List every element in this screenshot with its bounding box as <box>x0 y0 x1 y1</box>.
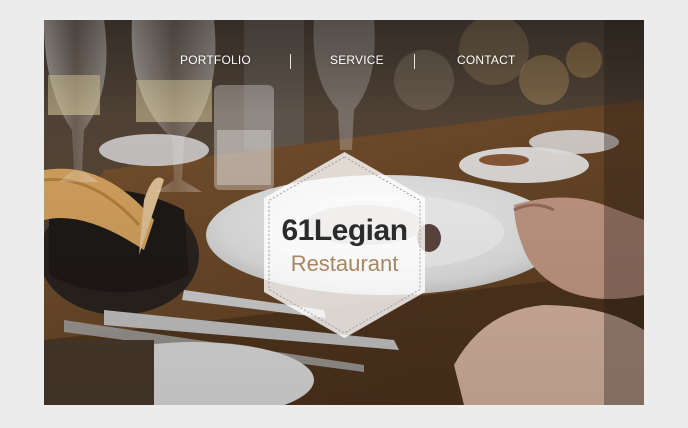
page: PORTFOLIO SERVICE CONTACT 61Legian Resta… <box>0 0 688 428</box>
nav-link-contact[interactable]: CONTACT <box>457 53 516 67</box>
restaurant-logo-badge[interactable]: 61Legian Restaurant <box>262 150 427 340</box>
nav-link-portfolio[interactable]: PORTFOLIO <box>180 53 251 67</box>
top-navigation: PORTFOLIO SERVICE CONTACT <box>44 20 644 102</box>
logo-subtitle: Restaurant <box>290 251 399 276</box>
nav-link-service[interactable]: SERVICE <box>330 53 384 67</box>
logo-title: 61Legian <box>281 214 408 247</box>
nav-divider <box>414 54 415 69</box>
hero-banner: PORTFOLIO SERVICE CONTACT 61Legian Resta… <box>44 20 644 405</box>
nav-divider <box>290 54 291 69</box>
